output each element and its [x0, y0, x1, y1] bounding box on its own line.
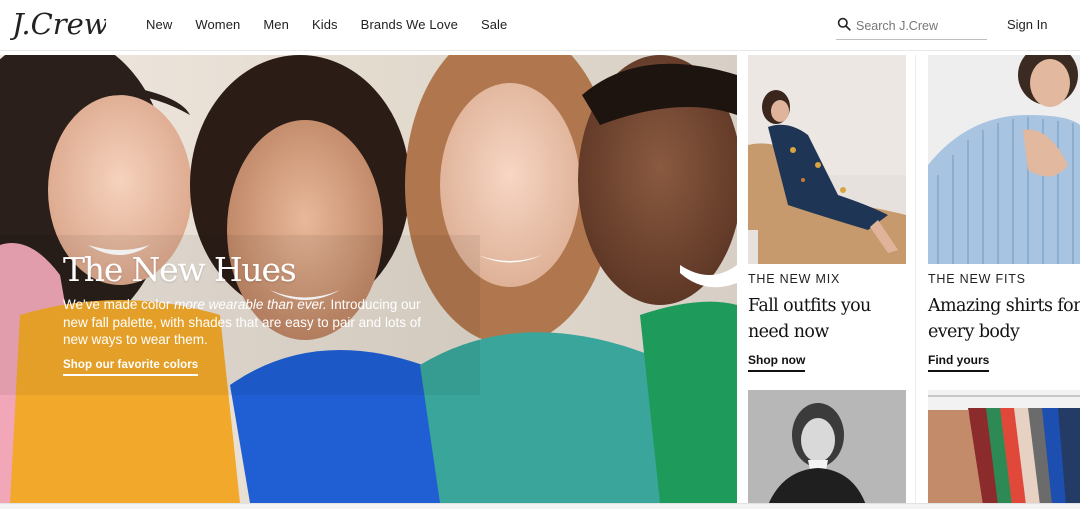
- site-header: J.Crew New Women Men Kids Brands We Love…: [0, 0, 1080, 51]
- promo-new-mix[interactable]: THE NEW MIX Fall outfits you need now Sh…: [748, 55, 906, 505]
- hero-desc-emphasis: more wearable than ever.: [174, 297, 327, 312]
- nav-new[interactable]: New: [146, 17, 172, 32]
- nav-men[interactable]: Men: [263, 17, 289, 32]
- promo-photo-fall-outfits[interactable]: [748, 55, 906, 264]
- horizontal-scrollbar[interactable]: [0, 503, 1080, 509]
- shop-now-link[interactable]: Shop now: [748, 353, 806, 372]
- hero-title: The New Hues: [63, 250, 297, 289]
- promo-image-4: [928, 390, 1080, 505]
- promo-photo-portrait[interactable]: [748, 390, 906, 505]
- jcrew-logo[interactable]: J.Crew: [10, 4, 106, 48]
- promo-title: Amazing shirts for every body: [928, 296, 1080, 342]
- promo-new-fits[interactable]: THE NEW FITS Amazing shirts for every bo…: [928, 55, 1080, 505]
- nav-brands-we-love[interactable]: Brands We Love: [361, 17, 458, 32]
- shop-colors-link[interactable]: Shop our favorite colors: [63, 359, 199, 376]
- jcrew-wordmark: J.Crew: [10, 7, 106, 41]
- hero-desc-part1: We've made color: [63, 297, 175, 312]
- search-input[interactable]: [856, 16, 984, 36]
- column-divider: [915, 55, 916, 503]
- promo-photo-sweaters[interactable]: [928, 390, 1080, 505]
- search-icon[interactable]: [837, 17, 851, 31]
- promo-image-3: [748, 390, 906, 505]
- nav-women[interactable]: Women: [195, 17, 240, 32]
- hero-description: We've made color more wearable than ever…: [63, 296, 448, 349]
- find-yours-link[interactable]: Find yours: [928, 353, 990, 372]
- search-box[interactable]: [836, 14, 987, 40]
- jcrew-logo-mark: J.Crew: [10, 7, 106, 41]
- promo-image-1: [748, 55, 906, 264]
- main-nav: New Women Men Kids Brands We Love Sale: [146, 17, 530, 32]
- sign-in-link[interactable]: Sign In: [1007, 17, 1047, 32]
- promo-eyebrow: THE NEW MIX: [748, 272, 841, 286]
- promo-image-2: [928, 55, 1080, 264]
- promo-eyebrow: THE NEW FITS: [928, 272, 1026, 286]
- nav-kids[interactable]: Kids: [312, 17, 338, 32]
- promo-title: Fall outfits you need now: [748, 296, 871, 342]
- hero-banner[interactable]: The New Hues We've made color more weara…: [0, 55, 737, 503]
- nav-sale[interactable]: Sale: [481, 17, 507, 32]
- promo-photo-shirts[interactable]: [928, 55, 1080, 264]
